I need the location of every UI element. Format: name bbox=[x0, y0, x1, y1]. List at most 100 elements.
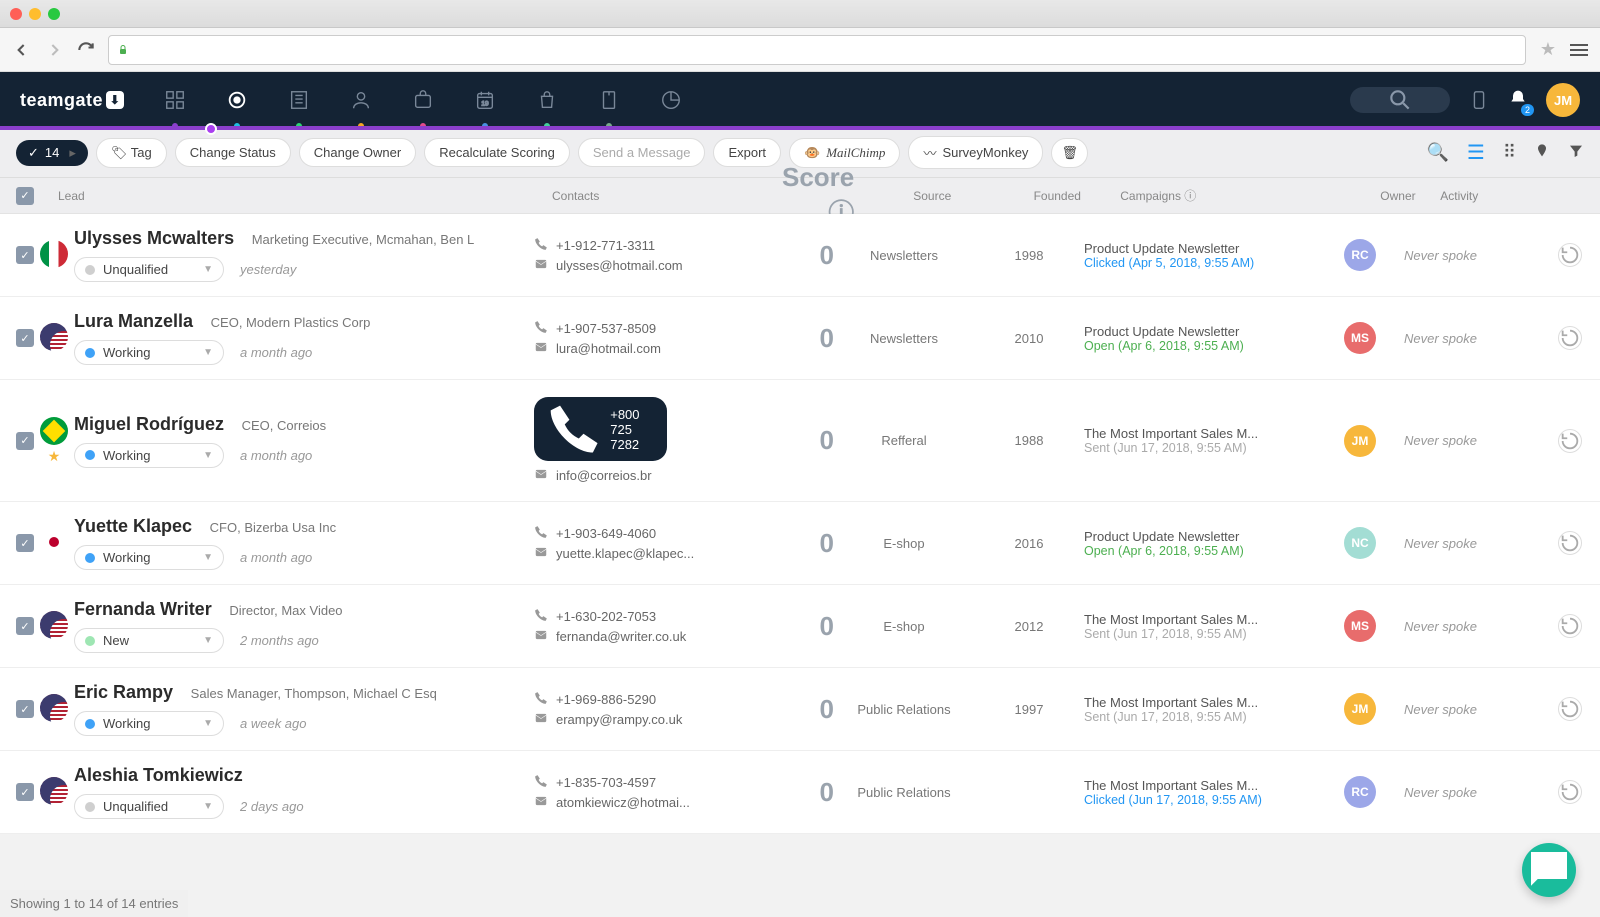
phone-link[interactable]: +1-969-886-5290 bbox=[534, 691, 764, 708]
owner-avatar[interactable]: RC bbox=[1344, 776, 1376, 808]
phone-app-icon[interactable] bbox=[1468, 89, 1490, 111]
row-checkbox[interactable]: ✓ bbox=[16, 432, 34, 450]
email-link[interactable]: ulysses@hotmail.com bbox=[534, 257, 764, 274]
status-dropdown[interactable]: Working ▼ bbox=[74, 443, 224, 468]
nav-reports-icon[interactable] bbox=[660, 89, 682, 111]
refresh-icon[interactable] bbox=[1558, 326, 1582, 350]
row-checkbox[interactable]: ✓ bbox=[16, 534, 34, 552]
lead-row[interactable]: ✓ Aleshia Tomkiewicz Unqualified ▼ 2 day… bbox=[0, 751, 1600, 834]
address-bar[interactable] bbox=[108, 35, 1526, 65]
status-dropdown[interactable]: Working ▼ bbox=[74, 711, 224, 736]
mac-close-icon[interactable] bbox=[10, 8, 22, 20]
search-input[interactable] bbox=[1350, 87, 1450, 113]
menu-icon[interactable] bbox=[1570, 44, 1588, 56]
lead-name[interactable]: Ulysses Mcwalters bbox=[74, 228, 234, 248]
row-checkbox[interactable]: ✓ bbox=[16, 700, 34, 718]
phone-link[interactable]: +1-630-202-7053 bbox=[534, 608, 764, 625]
row-checkbox[interactable]: ✓ bbox=[16, 783, 34, 801]
refresh-icon[interactable] bbox=[1558, 243, 1582, 267]
status-dropdown[interactable]: Unqualified ▼ bbox=[74, 257, 224, 282]
phone-link[interactable]: +800 725 7282 bbox=[534, 397, 667, 461]
status-dropdown[interactable]: New ▼ bbox=[74, 628, 224, 653]
col-lead[interactable]: Lead bbox=[34, 189, 544, 203]
change-status-button[interactable]: Change Status bbox=[175, 138, 291, 167]
notifications-icon[interactable]: 2 bbox=[1508, 89, 1528, 112]
search-icon[interactable]: 🔍 bbox=[1426, 142, 1448, 163]
col-founded[interactable]: Founded bbox=[1002, 189, 1112, 203]
lead-row[interactable]: ✓ Ulysses Mcwalters Marketing Executive,… bbox=[0, 214, 1600, 297]
email-link[interactable]: fernanda@writer.co.uk bbox=[534, 628, 764, 645]
row-checkbox[interactable]: ✓ bbox=[16, 246, 34, 264]
tag-button[interactable]: 🏷 Tag bbox=[96, 138, 167, 168]
phone-link[interactable]: +1-903-649-4060 bbox=[534, 525, 764, 542]
email-link[interactable]: atomkiewicz@hotmai... bbox=[534, 794, 764, 811]
select-all-checkbox[interactable]: ✓ bbox=[16, 187, 34, 205]
phone-link[interactable]: +1-907-537-8509 bbox=[534, 320, 764, 337]
owner-avatar[interactable]: NC bbox=[1344, 527, 1376, 559]
lead-row[interactable]: ✓ Fernanda Writer Director, Max Video Ne… bbox=[0, 585, 1600, 668]
refresh-icon[interactable] bbox=[1558, 429, 1582, 453]
email-link[interactable]: info@correios.br bbox=[534, 467, 764, 484]
send-message-button[interactable]: Send a Message bbox=[578, 138, 706, 167]
col-owner[interactable]: Owner bbox=[1372, 189, 1432, 203]
nav-companies-icon[interactable] bbox=[288, 89, 310, 111]
nav-dashboard-icon[interactable] bbox=[164, 89, 186, 111]
lead-name[interactable]: Eric Rampy bbox=[74, 682, 173, 702]
status-dropdown[interactable]: Working ▼ bbox=[74, 340, 224, 365]
change-owner-button[interactable]: Change Owner bbox=[299, 138, 416, 167]
user-avatar[interactable]: JM bbox=[1546, 83, 1580, 117]
status-dropdown[interactable]: Working ▼ bbox=[74, 545, 224, 570]
col-contacts[interactable]: Contacts bbox=[544, 189, 774, 203]
refresh-icon[interactable] bbox=[1558, 697, 1582, 721]
row-checkbox[interactable]: ✓ bbox=[16, 617, 34, 635]
nav-leads-icon[interactable] bbox=[226, 89, 248, 111]
refresh-icon[interactable] bbox=[1558, 780, 1582, 804]
phone-link[interactable]: +1-912-771-3311 bbox=[534, 237, 764, 254]
nav-products-icon[interactable] bbox=[536, 89, 558, 111]
star-icon[interactable]: ★ bbox=[34, 448, 74, 465]
col-source[interactable]: Source bbox=[862, 189, 1002, 203]
lead-row[interactable]: ✓ Lura Manzella CEO, Modern Plastics Cor… bbox=[0, 297, 1600, 380]
recalc-scoring-button[interactable]: Recalculate Scoring bbox=[424, 138, 570, 167]
logo[interactable]: teamgate⬇ bbox=[20, 90, 124, 111]
nav-calendar-icon[interactable]: 19 bbox=[474, 89, 496, 111]
lead-name[interactable]: Fernanda Writer bbox=[74, 599, 212, 619]
lead-name[interactable]: Aleshia Tomkiewicz bbox=[74, 765, 243, 785]
refresh-icon[interactable] bbox=[1558, 531, 1582, 555]
lead-name[interactable]: Miguel Rodríguez bbox=[74, 414, 224, 434]
col-activity[interactable]: Activity bbox=[1432, 189, 1584, 203]
delete-button[interactable]: 🗑 bbox=[1051, 138, 1088, 168]
nav-people-icon[interactable] bbox=[350, 89, 372, 111]
chat-fab[interactable] bbox=[1522, 843, 1576, 897]
lead-row[interactable]: ✓ Yuette Klapec CFO, Bizerba Usa Inc Wor… bbox=[0, 502, 1600, 585]
forward-button[interactable] bbox=[44, 40, 64, 60]
col-campaigns[interactable]: Campaigns ⓘ bbox=[1112, 187, 1372, 204]
list-view-icon[interactable]: ☰ bbox=[1467, 140, 1485, 165]
phone-link[interactable]: +1-835-703-4597 bbox=[534, 774, 764, 791]
owner-avatar[interactable]: JM bbox=[1344, 425, 1376, 457]
mac-max-icon[interactable] bbox=[48, 8, 60, 20]
surveymonkey-button[interactable]: 〰SurveyMonkey bbox=[908, 136, 1043, 169]
owner-avatar[interactable]: RC bbox=[1344, 239, 1376, 271]
star-icon[interactable]: ★ bbox=[1538, 40, 1558, 60]
nav-deals-icon[interactable] bbox=[412, 89, 434, 111]
nav-files-icon[interactable] bbox=[598, 89, 620, 111]
owner-avatar[interactable]: MS bbox=[1344, 322, 1376, 354]
status-dropdown[interactable]: Unqualified ▼ bbox=[74, 794, 224, 819]
filter-icon[interactable] bbox=[1568, 143, 1584, 162]
lead-row[interactable]: ✓ Eric Rampy Sales Manager, Thompson, Mi… bbox=[0, 668, 1600, 751]
email-link[interactable]: lura@hotmail.com bbox=[534, 340, 764, 357]
back-button[interactable] bbox=[12, 40, 32, 60]
refresh-icon[interactable] bbox=[1558, 614, 1582, 638]
selection-count[interactable]: ✓ 14 ▸ bbox=[16, 140, 88, 166]
lead-row[interactable]: ✓ ★ Miguel Rodríguez CEO, Correios Worki… bbox=[0, 380, 1600, 502]
grid-view-icon[interactable]: ⠿ bbox=[1503, 142, 1516, 163]
reload-button[interactable] bbox=[76, 40, 96, 60]
owner-avatar[interactable]: JM bbox=[1344, 693, 1376, 725]
email-link[interactable]: erampy@rampy.co.uk bbox=[534, 711, 764, 728]
owner-avatar[interactable]: MS bbox=[1344, 610, 1376, 642]
row-checkbox[interactable]: ✓ bbox=[16, 329, 34, 347]
email-link[interactable]: yuette.klapec@klapec... bbox=[534, 545, 764, 562]
export-button[interactable]: Export bbox=[713, 138, 781, 167]
map-view-icon[interactable] bbox=[1534, 143, 1550, 162]
